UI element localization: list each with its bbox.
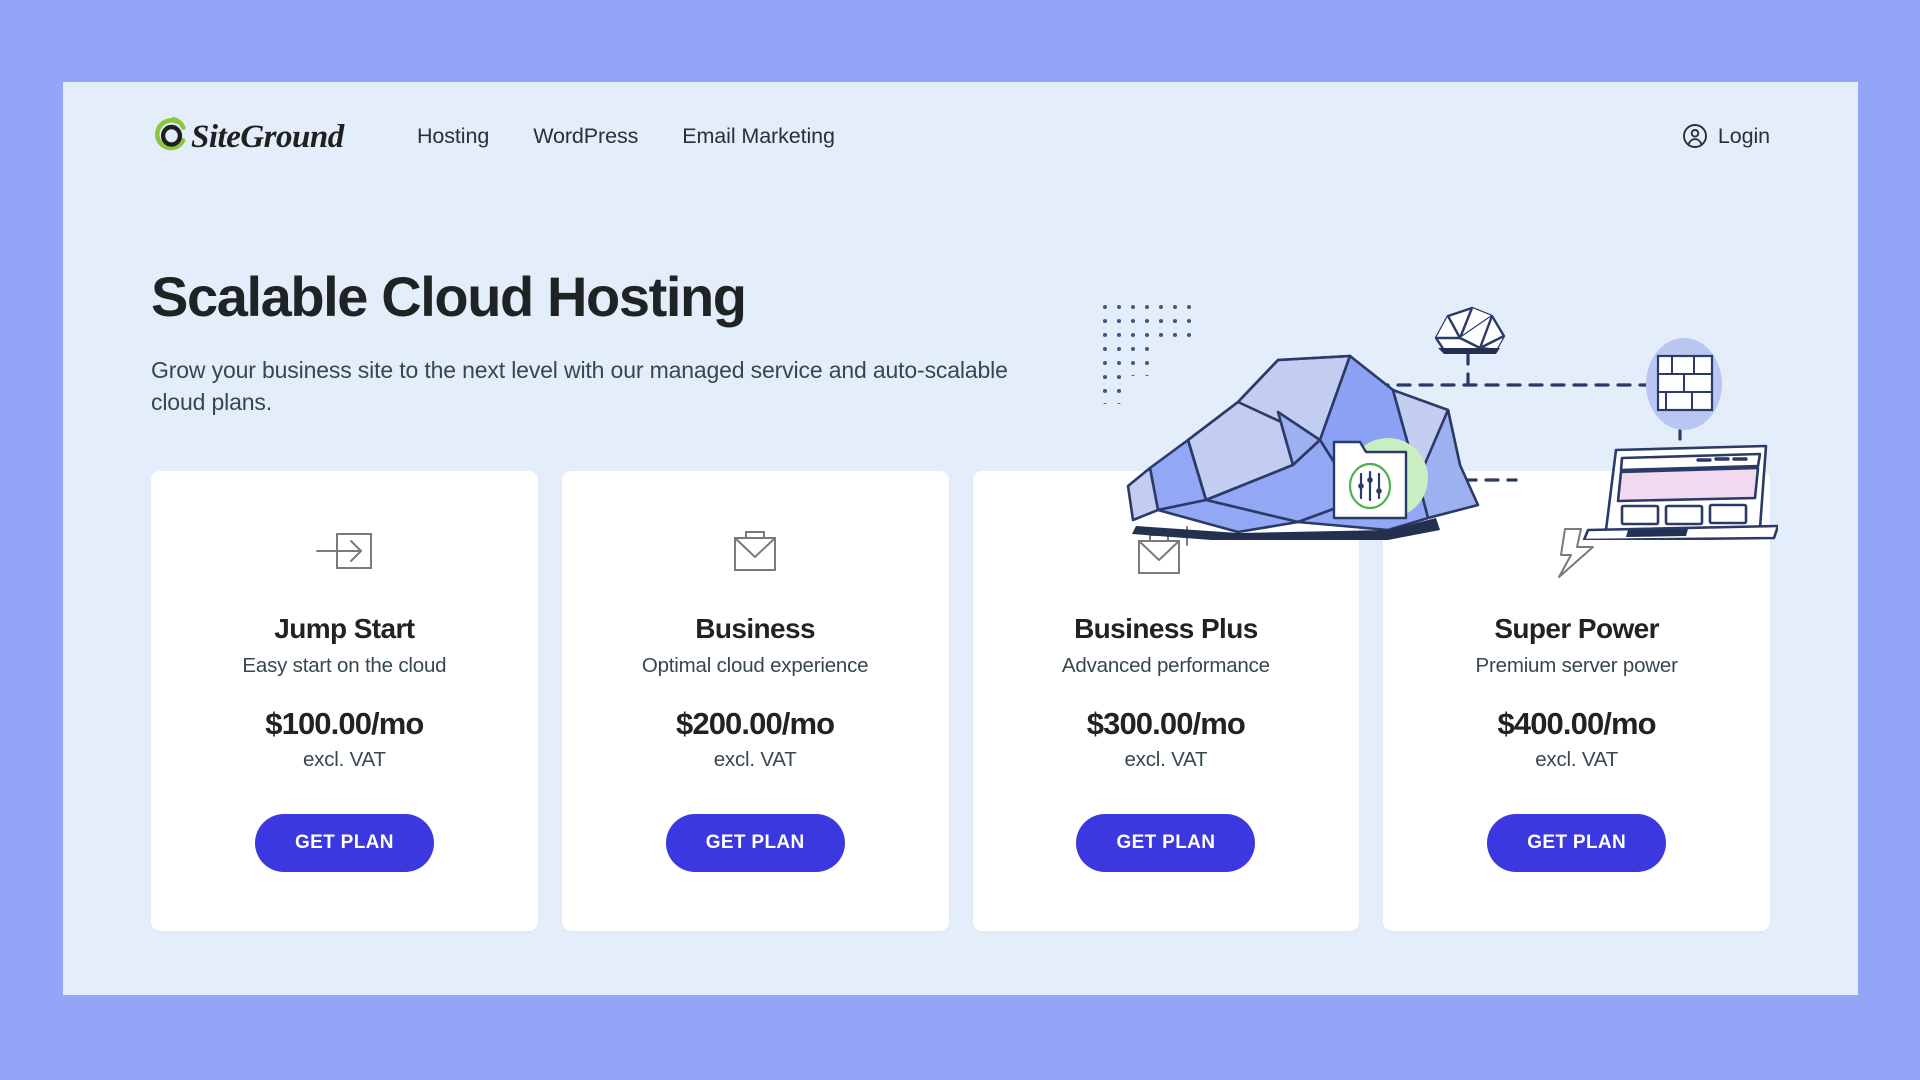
svg-text:SiteGround: SiteGround [191, 119, 345, 155]
plan-vat-note: excl. VAT [302, 747, 386, 771]
plan-price: $300.00/mo [1086, 705, 1246, 741]
hero-section: Scalable Cloud Hosting Grow your busines… [63, 190, 1858, 542]
user-circle-icon [1682, 124, 1707, 148]
hero-subtitle: Grow your business site to the next leve… [151, 356, 1008, 416]
login-button[interactable]: Login [1682, 123, 1770, 149]
plan-price: $100.00/mo [265, 705, 424, 741]
plan-tagline: Advanced performance [1061, 653, 1270, 677]
plan-price: $200.00/mo [676, 705, 835, 741]
settings-folder-icon [1332, 440, 1408, 520]
dot-grid-decoration [1098, 300, 1196, 404]
get-plan-button[interactable]: GET PLAN [1076, 813, 1256, 872]
plan-price: $400.00/mo [1497, 705, 1657, 741]
page-viewport: SiteGround Hosting WordPress Email Marke… [63, 82, 1858, 995]
nav-item-email-marketing[interactable]: Email Marketing [682, 124, 835, 149]
plan-vat-note: excl. VAT [1535, 747, 1619, 771]
firewall-brick-icon [1656, 354, 1714, 412]
plan-card-jump-start[interactable]: Jump Start Easy start on the cloud $100.… [151, 470, 538, 931]
get-plan-button[interactable]: GET PLAN [254, 813, 434, 872]
cloud-infrastructure-illustration [1088, 290, 1780, 542]
plan-vat-note: excl. VAT [713, 747, 797, 771]
hero-copy: Scalable Cloud Hosting Grow your busines… [151, 238, 1071, 419]
plan-vat-note: excl. VAT [1124, 747, 1208, 771]
illustration-svg [1098, 300, 1780, 542]
briefcase-icon [726, 515, 784, 591]
siteground-logo-icon: SiteGround [155, 116, 345, 155]
nav-item-hosting[interactable]: Hosting [417, 124, 489, 149]
arrow-into-box-icon [315, 515, 373, 591]
laptop-browser-icon [1582, 444, 1780, 542]
nav-item-wordpress[interactable]: WordPress [533, 124, 638, 149]
low-poly-cloud [1126, 354, 1480, 534]
site-header: SiteGround Hosting WordPress Email Marke… [63, 82, 1858, 190]
plan-name: Business Plus [1074, 612, 1258, 644]
login-label: Login [1717, 123, 1770, 148]
main-nav: Hosting WordPress Email Marketing [417, 124, 835, 149]
plan-tagline: Easy start on the cloud [242, 653, 447, 677]
plan-tagline: Premium server power [1475, 653, 1678, 677]
siteground-logo[interactable]: SiteGround [151, 115, 379, 157]
plan-name: Business [695, 612, 815, 644]
plan-tagline: Optimal cloud experience [641, 653, 869, 677]
plan-name: Jump Start [274, 612, 415, 644]
get-plan-button[interactable]: GET PLAN [665, 813, 845, 872]
page-title: Scalable Cloud Hosting [151, 265, 747, 328]
get-plan-button[interactable]: GET PLAN [1487, 813, 1667, 872]
plan-card-business[interactable]: Business Optimal cloud experience $200.0… [561, 470, 949, 931]
plan-name: Super Power [1494, 612, 1659, 644]
small-cloud-icon [1434, 306, 1506, 352]
small-cloud-shadow [1438, 348, 1500, 354]
